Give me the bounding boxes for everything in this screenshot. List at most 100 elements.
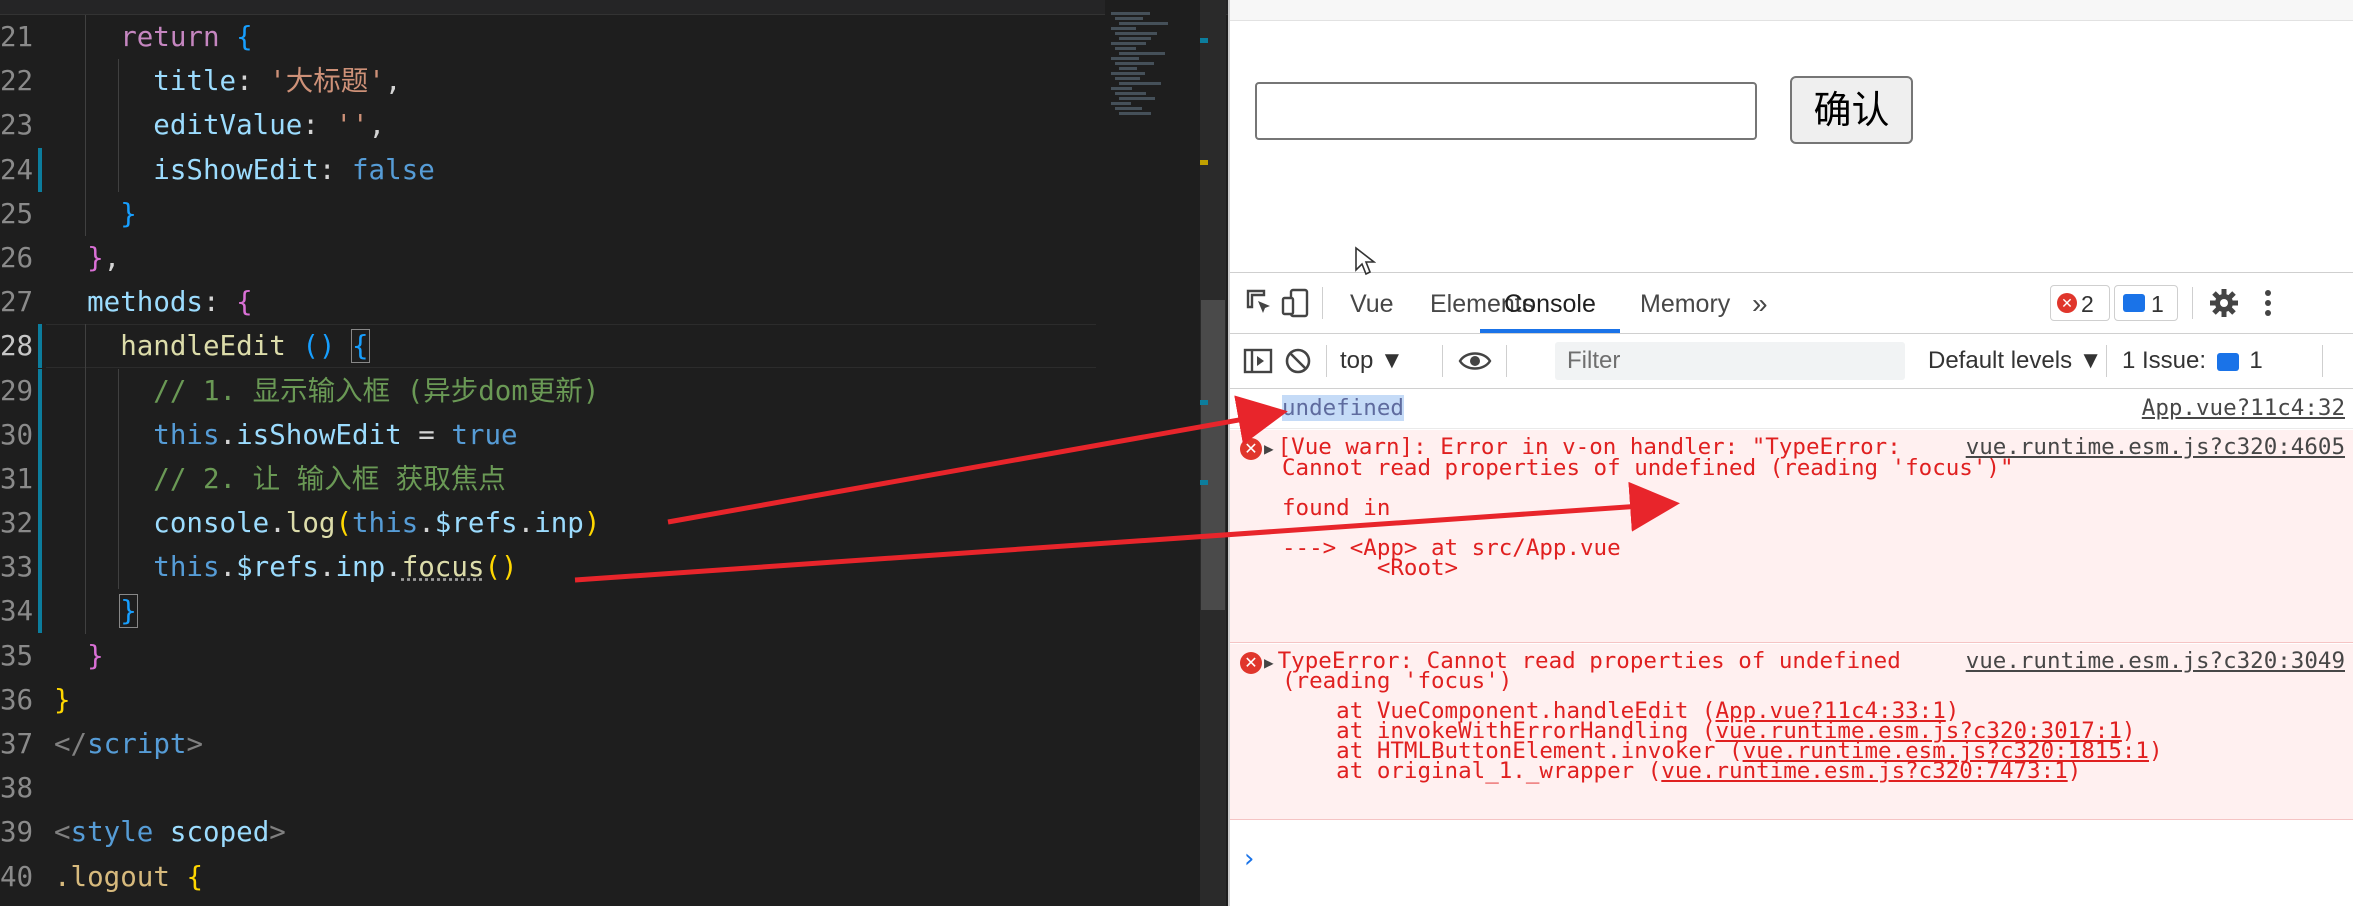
tab-vue[interactable]: Vue xyxy=(1350,273,1394,333)
edit-input[interactable] xyxy=(1255,82,1757,140)
line-number: 25 xyxy=(0,197,34,230)
log-text: undefined xyxy=(1282,395,1404,421)
minimap-line xyxy=(1111,12,1150,15)
error-source-link[interactable]: vue.runtime.esm.js?c320:4605 xyxy=(1966,434,2345,460)
code-token: = xyxy=(401,418,452,451)
line-number: 34 xyxy=(0,595,34,628)
code-line[interactable]: 25} xyxy=(0,191,1100,236)
code-line[interactable]: 34} xyxy=(0,589,1100,634)
code-line[interactable]: 21 return { xyxy=(0,15,1100,60)
git-modified-marker xyxy=(38,412,42,457)
issues-button[interactable]: 1 Issue: 1 xyxy=(2122,334,2263,388)
code-lines[interactable]: 21 return {22 title: '大标题', 23 editValue: ''… xyxy=(0,15,1100,899)
indent-guide xyxy=(85,589,87,634)
code-token: < xyxy=(54,816,71,849)
code-text: // 1. 显示输入框 (异步dom更新) xyxy=(153,369,599,413)
code-line[interactable]: 36} xyxy=(0,678,1100,722)
log-source-link[interactable]: App.vue?11c4:32 xyxy=(2142,395,2345,421)
log-levels-dropdown[interactable]: Default levels ▼ xyxy=(1928,334,2103,388)
code-token: . xyxy=(219,418,237,451)
issues-label: 1 Issue: xyxy=(2122,347,2207,374)
mouse-cursor-icon xyxy=(1355,246,1376,276)
code-line[interactable]: 35} xyxy=(0,634,1100,678)
toolbar-divider xyxy=(2322,345,2323,377)
editor-scroll-thumb[interactable] xyxy=(1201,300,1225,610)
more-tabs-icon[interactable]: » xyxy=(1752,273,1768,333)
expand-triangle-icon[interactable]: ▶ xyxy=(1264,653,1274,672)
indent-guide xyxy=(85,545,87,590)
indent-guide xyxy=(85,501,87,546)
minimap[interactable] xyxy=(1105,0,1205,906)
code-line[interactable]: 38 xyxy=(0,766,1100,810)
code-line[interactable]: 24 isShowEdit: false xyxy=(0,147,1100,192)
code-line[interactable]: 37 </script> xyxy=(0,722,1100,766)
code-line[interactable]: 31 // 2. 让 输入框 获取焦点 xyxy=(0,456,1100,502)
code-line[interactable]: 23 editValue: '', xyxy=(0,103,1100,148)
error-count-badge[interactable]: ✕ 2 xyxy=(2050,285,2110,321)
code-line[interactable]: 33 this.$refs.inp.focus() xyxy=(0,545,1100,590)
code-line[interactable]: 27 methods: { xyxy=(0,280,1100,324)
indent-guide xyxy=(85,324,87,369)
device-toolbar-icon[interactable] xyxy=(1280,287,1312,319)
expand-triangle-icon[interactable]: ▶ xyxy=(1264,439,1274,458)
code-text: </script> xyxy=(54,722,203,766)
console-error-message[interactable]: ✕ ▶ [Vue warn]: Error in v-on handler: "T… xyxy=(1230,430,2353,643)
code-text: console.log(this.$refs.inp) xyxy=(153,501,600,545)
code-token: isShowEdit xyxy=(236,418,402,451)
eye-icon[interactable] xyxy=(1458,345,1492,377)
inspect-element-icon[interactable] xyxy=(1244,287,1276,319)
line-number: 28 xyxy=(0,330,34,363)
code-text: methods: { xyxy=(87,280,253,324)
line-number: 26 xyxy=(0,241,34,274)
code-line[interactable]: 30 this.isShowEdit = true xyxy=(0,412,1100,457)
code-line[interactable]: 28 handleEdit () { xyxy=(0,324,1100,369)
minimap-line xyxy=(1119,52,1165,55)
console-error-message[interactable]: ✕ ▶ TypeError: Cannot read properties of … xyxy=(1230,644,2353,820)
sidebar-toggle-icon[interactable] xyxy=(1242,345,1274,377)
code-token: , xyxy=(368,109,386,142)
toolbar-divider xyxy=(2106,345,2107,377)
overview-ruler-mark xyxy=(1200,38,1208,43)
tab-console[interactable]: Console xyxy=(1480,273,1620,333)
code-token: . xyxy=(318,551,336,584)
code-token: $refs xyxy=(434,507,518,540)
code-token: // 1. 显示输入框 (异步dom更新) xyxy=(153,374,600,407)
message-count-badge[interactable]: 1 xyxy=(2114,285,2178,321)
minimap-line xyxy=(1115,62,1154,65)
error-line: found in xyxy=(1282,495,1391,521)
code-editor[interactable]: 21 return {22 title: '大标题', 23 editValue: ''… xyxy=(0,0,1228,906)
console-prompt-icon[interactable]: › xyxy=(1244,844,1254,874)
code-line[interactable]: 40 .logout { xyxy=(0,855,1100,899)
code-line[interactable]: 22 title: '大标题', xyxy=(0,59,1100,104)
git-modified-marker xyxy=(38,147,42,192)
code-line[interactable]: 26}, xyxy=(0,236,1100,280)
code-token: focus xyxy=(401,551,485,584)
error-source-link[interactable]: vue.runtime.esm.js?c320:3049 xyxy=(1966,648,2345,674)
gear-icon[interactable] xyxy=(2208,287,2240,319)
filter-input[interactable]: Filter xyxy=(1555,342,1905,380)
more-options-icon[interactable] xyxy=(2252,287,2284,319)
error-line: <Root> xyxy=(1282,555,1459,581)
clear-console-icon[interactable] xyxy=(1282,345,1314,377)
tab-memory[interactable]: Memory xyxy=(1640,273,1730,333)
context-selector[interactable]: top ▼ xyxy=(1340,334,1404,388)
minimap-line xyxy=(1119,112,1152,115)
git-modified-marker xyxy=(38,324,42,369)
code-token: . xyxy=(517,507,535,540)
line-number: 40 xyxy=(0,860,34,893)
code-line[interactable]: 29 // 1. 显示输入框 (异步dom更新) xyxy=(0,368,1100,413)
minimap-line xyxy=(1115,17,1143,20)
code-line[interactable]: 39 <style scoped> xyxy=(0,810,1100,854)
message-count: 1 xyxy=(2151,291,2164,317)
confirm-button[interactable]: 确认 xyxy=(1790,76,1913,144)
code-token: : xyxy=(203,286,237,319)
code-line[interactable]: 32 console.log(this.$refs.inp) xyxy=(0,501,1100,546)
code-token: true xyxy=(451,418,518,451)
error-line: (reading 'focus') xyxy=(1282,668,1513,694)
code-token: log xyxy=(285,507,336,540)
console-log-message[interactable]: undefined App.vue?11c4:32 xyxy=(1230,389,2353,429)
console-output[interactable]: undefined App.vue?11c4:32 ✕ ▶ [Vue warn]:… xyxy=(1230,389,2353,906)
stack-frame-link[interactable]: vue.runtime.esm.js?c320:7473:1 xyxy=(1661,758,2067,784)
